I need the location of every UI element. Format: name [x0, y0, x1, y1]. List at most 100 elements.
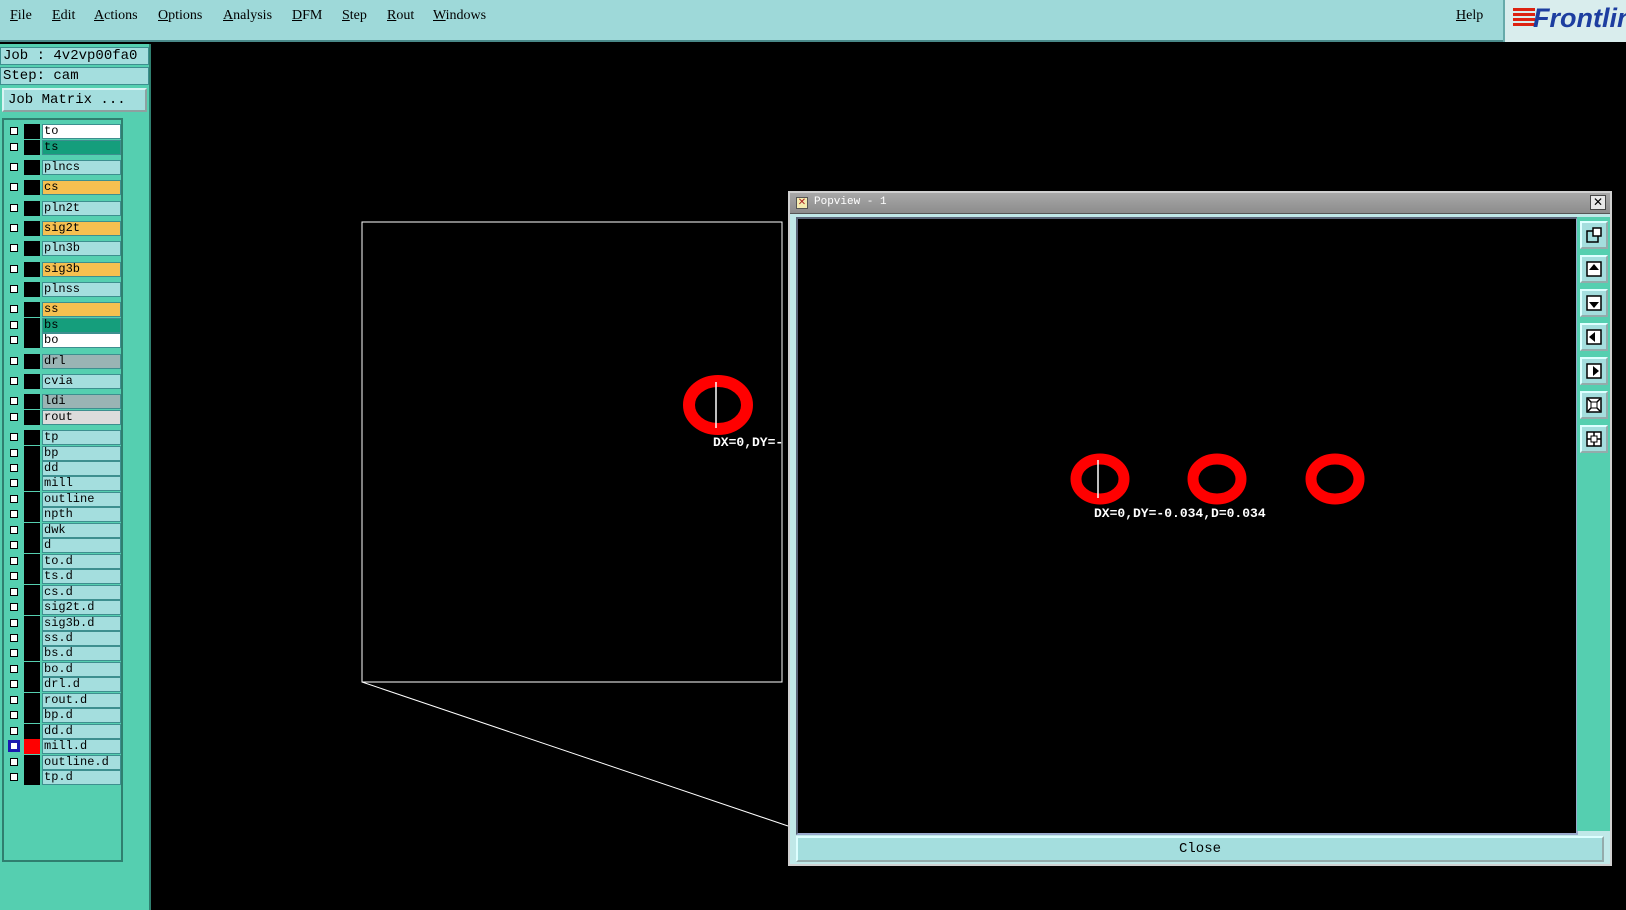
layer-name[interactable]: ss.d	[42, 631, 121, 646]
layer-checkbox[interactable]	[10, 127, 18, 135]
layer-row[interactable]: to.d	[6, 554, 121, 569]
zoom-fit-button[interactable]	[1580, 391, 1608, 419]
layer-row[interactable]: to	[6, 124, 121, 139]
layer-name[interactable]: bs	[42, 318, 121, 333]
layer-row[interactable]: ⬋sig3b	[6, 262, 121, 277]
layer-color-swatch[interactable]	[24, 410, 40, 425]
layer-name[interactable]: cvia	[42, 374, 121, 389]
layer-checkbox[interactable]	[10, 557, 18, 565]
layer-color-swatch[interactable]	[24, 523, 40, 538]
layer-row[interactable]: drl.d	[6, 677, 121, 692]
close-icon[interactable]: ✕	[1590, 195, 1606, 210]
layer-row[interactable]: ⬋sig3b.d	[6, 616, 121, 631]
menu-help[interactable]: Help	[1456, 8, 1483, 24]
layer-checkbox[interactable]	[10, 696, 18, 704]
layer-checkbox[interactable]	[8, 740, 20, 752]
layer-name[interactable]: drl	[42, 354, 121, 369]
layer-checkbox[interactable]	[10, 449, 18, 457]
layer-color-swatch[interactable]	[24, 354, 40, 369]
layer-checkbox[interactable]	[10, 285, 18, 293]
layer-row[interactable]: ldi	[6, 394, 121, 409]
layer-row[interactable]: bo.d	[6, 662, 121, 677]
pad-feature[interactable]	[1070, 453, 1130, 505]
layer-color-swatch[interactable]	[24, 302, 40, 317]
layer-color-swatch[interactable]	[24, 554, 40, 569]
layer-row[interactable]: bo	[6, 333, 121, 348]
layer-color-swatch[interactable]	[24, 476, 40, 491]
layer-row[interactable]: npth	[6, 507, 121, 522]
layer-color-swatch[interactable]	[24, 770, 40, 785]
layer-name[interactable]: bp	[42, 446, 121, 461]
layer-checkbox[interactable]	[10, 773, 18, 781]
menu-actions[interactable]: Actions	[94, 8, 138, 24]
popview-titlebar[interactable]: ✕ Popview - 1 ✕	[790, 193, 1610, 214]
layer-row[interactable]: dd.d	[6, 724, 121, 739]
layer-checkbox[interactable]	[10, 163, 18, 171]
layer-row[interactable]: pln3b	[6, 241, 121, 256]
layer-checkbox[interactable]	[10, 572, 18, 580]
layer-color-swatch[interactable]	[24, 124, 40, 139]
layer-checkbox[interactable]	[10, 204, 18, 212]
layer-name[interactable]: cs.d	[42, 585, 121, 600]
pan-right-button[interactable]	[1580, 357, 1608, 385]
layer-row[interactable]: bs	[6, 318, 121, 333]
layer-row[interactable]: cs.d	[6, 585, 121, 600]
layer-row[interactable]: cs	[6, 180, 121, 195]
layer-row[interactable]: ⬋sig2t.d	[6, 600, 121, 615]
layer-name[interactable]: bo.d	[42, 662, 121, 677]
layer-color-swatch[interactable]	[24, 662, 40, 677]
pan-up-button[interactable]	[1580, 255, 1608, 283]
layer-color-swatch[interactable]	[24, 492, 40, 507]
layer-color-swatch[interactable]	[24, 631, 40, 646]
layer-name[interactable]: plnss	[42, 282, 121, 297]
layer-checkbox[interactable]	[10, 619, 18, 627]
layer-row[interactable]: pln2t	[6, 201, 121, 216]
layer-name[interactable]: ts.d	[42, 569, 121, 584]
layer-checkbox[interactable]	[10, 357, 18, 365]
layer-checkbox[interactable]	[10, 541, 18, 549]
menu-windows[interactable]: Windows	[433, 8, 486, 24]
menu-file[interactable]: File	[10, 8, 32, 24]
layer-checkbox[interactable]	[10, 680, 18, 688]
layer-color-swatch[interactable]	[24, 569, 40, 584]
layer-color-swatch[interactable]	[24, 318, 40, 333]
layer-color-swatch[interactable]	[24, 724, 40, 739]
layer-checkbox[interactable]	[10, 224, 18, 232]
layer-row[interactable]: tp.d	[6, 770, 121, 785]
layer-row[interactable]: rout.d	[6, 693, 121, 708]
layer-checkbox[interactable]	[10, 433, 18, 441]
layer-color-swatch[interactable]	[24, 600, 40, 615]
layer-row[interactable]: ts	[6, 140, 121, 155]
layer-name[interactable]: outline	[42, 492, 121, 507]
layer-name[interactable]: ts	[42, 140, 121, 155]
layer-name[interactable]: to	[42, 124, 121, 139]
layer-name[interactable]: ldi	[42, 394, 121, 409]
layer-color-swatch[interactable]	[24, 677, 40, 692]
layer-checkbox[interactable]	[10, 265, 18, 273]
menu-step[interactable]: Step	[342, 8, 367, 24]
layer-checkbox[interactable]	[10, 464, 18, 472]
layer-name[interactable]: tp	[42, 430, 121, 445]
layer-name[interactable]: dd.d	[42, 724, 121, 739]
layer-checkbox[interactable]	[10, 479, 18, 487]
layer-name[interactable]: drl.d	[42, 677, 121, 692]
pad-feature[interactable]	[1305, 453, 1365, 505]
window-menu-icon[interactable]: ✕	[796, 197, 808, 209]
pad-feature[interactable]	[1187, 453, 1247, 505]
layer-color-swatch[interactable]	[24, 221, 40, 236]
layer-color-swatch[interactable]	[24, 538, 40, 553]
layer-name[interactable]: sig2t	[42, 221, 121, 236]
layer-name[interactable]: pln3b	[42, 241, 121, 256]
layer-color-swatch[interactable]	[24, 201, 40, 216]
layer-checkbox[interactable]	[10, 397, 18, 405]
layer-checkbox[interactable]	[10, 603, 18, 611]
close-button[interactable]: Close	[796, 836, 1604, 862]
layer-checkbox[interactable]	[10, 336, 18, 344]
pan-down-button[interactable]	[1580, 289, 1608, 317]
layer-checkbox[interactable]	[10, 143, 18, 151]
layer-checkbox[interactable]	[10, 377, 18, 385]
layer-name[interactable]: outline.d	[42, 755, 121, 770]
layer-color-swatch[interactable]	[24, 160, 40, 175]
layer-name[interactable]: pln2t	[42, 201, 121, 216]
layer-name[interactable]: sig3b	[42, 262, 121, 277]
